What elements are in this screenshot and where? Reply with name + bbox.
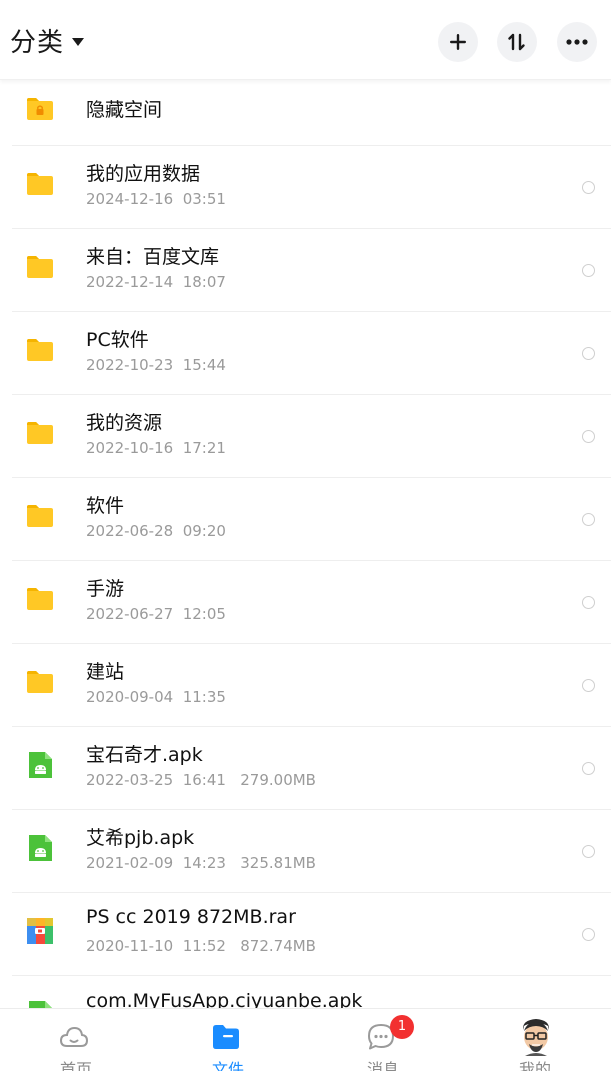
- file-name: 宝石奇才.apk: [86, 744, 203, 766]
- file-meta: 2022-12-14 18:07: [86, 273, 226, 291]
- select-checkbox[interactable]: [582, 430, 595, 443]
- folder-icon: [27, 671, 53, 693]
- file-date: 2021-02-09 14:23: [86, 854, 226, 872]
- list-item[interactable]: 我的资源 2022-10-16 17:21: [0, 395, 611, 478]
- file-meta: 2020-11-10 11:52 872.74MB: [86, 937, 316, 955]
- page-title: 分类: [10, 28, 65, 58]
- nav-home[interactable]: 首页: [0, 1009, 152, 1071]
- file-meta: 2020-09-04 11:35: [86, 688, 226, 706]
- cloud-icon: [59, 1026, 89, 1047]
- avatar: [522, 1019, 550, 1056]
- file-date: 2022-03-25 16:41: [86, 771, 226, 789]
- unread-badge: 1: [390, 1015, 414, 1039]
- file-meta: 2024-12-16 03:51: [86, 190, 226, 208]
- bottom-navigation: 首页 文件 1 消息 我的: [0, 1008, 611, 1071]
- file-size: 872.74MB: [240, 937, 316, 955]
- plus-icon: [450, 34, 466, 50]
- file-name: 软件: [86, 495, 125, 517]
- apk-file-icon: [29, 835, 52, 861]
- list-item[interactable]: 来自：百度文库 2022-12-14 18:07: [0, 229, 611, 312]
- select-checkbox[interactable]: [582, 845, 595, 858]
- sort-icon: [508, 33, 525, 51]
- file-meta: 2022-06-27 12:05: [86, 605, 226, 623]
- hidden-space-item[interactable]: 隐藏空间: [0, 80, 611, 146]
- select-checkbox[interactable]: [582, 679, 595, 692]
- caret-down-icon: [72, 37, 85, 46]
- file-name: PS cc 2019 872MB.rar: [86, 906, 296, 928]
- nav-label: 消息: [366, 1060, 399, 1071]
- select-checkbox[interactable]: [582, 347, 595, 360]
- file-name: 我的资源: [86, 412, 163, 434]
- select-checkbox[interactable]: [582, 513, 595, 526]
- folder-icon: [213, 1025, 239, 1049]
- nav-label: 首页: [59, 1060, 92, 1071]
- file-meta: 2022-10-16 17:21: [86, 439, 226, 457]
- nav-files[interactable]: 文件: [152, 1009, 304, 1071]
- folder-icon: [27, 588, 53, 610]
- more-button[interactable]: [557, 22, 597, 62]
- apk-file-icon: [29, 752, 52, 778]
- more-dots-icon: [566, 39, 588, 45]
- file-name: 建站: [86, 661, 125, 683]
- file-name: 手游: [86, 578, 125, 600]
- list-item[interactable]: 软件 2022-06-28 09:20: [0, 478, 611, 561]
- list-item[interactable]: 艾希pjb.apk 2021-02-09 14:23 325.81MB: [0, 810, 611, 893]
- archive-file-icon: [27, 918, 53, 944]
- folder-icon: [27, 256, 53, 278]
- select-checkbox[interactable]: [582, 264, 595, 277]
- select-checkbox[interactable]: [582, 928, 595, 941]
- file-manager-app: 分类 隐藏空间 我的应用数据 2024-12-16 03:51 来自：百度文库 …: [0, 0, 611, 1071]
- file-date: 2020-11-10 11:52: [86, 937, 226, 955]
- folder-icon: [27, 173, 53, 195]
- locked-folder-icon: [27, 98, 53, 120]
- category-dropdown[interactable]: 分类: [10, 22, 85, 59]
- file-meta: 2022-03-25 16:41 279.00MB: [86, 771, 316, 789]
- file-size: 279.00MB: [240, 771, 316, 789]
- file-size: 325.81MB: [240, 854, 316, 872]
- file-name: 我的应用数据: [86, 163, 201, 185]
- folder-icon: [27, 505, 53, 527]
- top-bar: 分类: [0, 0, 611, 80]
- nav-profile[interactable]: 我的: [459, 1009, 611, 1071]
- file-list: 隐藏空间 我的应用数据 2024-12-16 03:51 来自：百度文库 202…: [0, 80, 611, 1059]
- folder-icon: [27, 422, 53, 444]
- file-meta: 2022-10-23 15:44: [86, 356, 226, 374]
- file-name: PC软件: [86, 329, 149, 351]
- list-item[interactable]: PC软件 2022-10-23 15:44: [0, 312, 611, 395]
- file-meta: 2021-02-09 14:23 325.81MB: [86, 854, 316, 872]
- select-checkbox[interactable]: [582, 596, 595, 609]
- list-item[interactable]: 建站 2020-09-04 11:35: [0, 644, 611, 727]
- folder-icon: [27, 339, 53, 361]
- add-button[interactable]: [438, 22, 478, 62]
- list-item[interactable]: 手游 2022-06-27 12:05: [0, 561, 611, 644]
- list-item[interactable]: PS cc 2019 872MB.rar 2020-11-10 11:52 87…: [0, 893, 611, 976]
- list-item[interactable]: 宝石奇才.apk 2022-03-25 16:41 279.00MB: [0, 727, 611, 810]
- select-checkbox[interactable]: [582, 762, 595, 775]
- select-checkbox[interactable]: [582, 181, 595, 194]
- sort-button[interactable]: [497, 22, 537, 62]
- file-meta: 2022-06-28 09:20: [86, 522, 226, 540]
- file-name: 来自：百度文库: [86, 246, 220, 268]
- file-name: 艾希pjb.apk: [86, 827, 195, 849]
- nav-label: 文件: [211, 1060, 244, 1071]
- hidden-space-label: 隐藏空间: [86, 99, 163, 121]
- nav-label: 我的: [518, 1060, 551, 1071]
- list-item[interactable]: 我的应用数据 2024-12-16 03:51: [0, 146, 611, 229]
- nav-messages[interactable]: 1 消息: [307, 1009, 459, 1071]
